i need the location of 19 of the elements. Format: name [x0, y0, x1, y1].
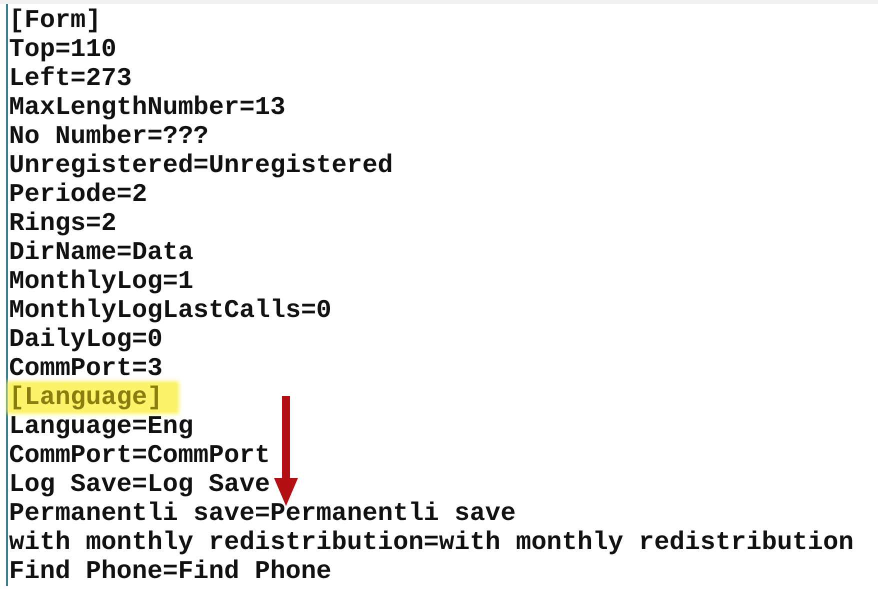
code-line: [Form]: [9, 6, 102, 35]
code-line: Top=110: [9, 35, 117, 64]
code-line: CommPort=3: [9, 354, 163, 383]
code-line: Periode=2: [9, 180, 148, 209]
code-line: DirName=Data: [9, 238, 194, 267]
code-line: MaxLengthNumber=13: [9, 93, 286, 122]
code-line: Permanentli save=Permanentli save: [9, 499, 516, 528]
code-line: Unregistered=Unregistered: [9, 151, 393, 180]
code-line: No Number=???: [9, 122, 209, 151]
code-line: DailyLog=0: [9, 325, 163, 354]
code-line: Language=Eng: [9, 412, 194, 441]
code-line: with monthly redistribution=with monthly redistribution: [9, 528, 854, 557]
code-line: Log Save=Log Save: [9, 470, 270, 499]
code-line: MonthlyLogLastCalls=0: [9, 296, 332, 325]
code-line: Find Phone=Find Phone: [9, 557, 332, 586]
code-line: Rings=2: [9, 209, 117, 238]
code-line: MonthlyLog=1: [9, 267, 194, 296]
code-line: CommPort=CommPort: [9, 441, 270, 470]
code-line: Left=273: [9, 64, 132, 93]
